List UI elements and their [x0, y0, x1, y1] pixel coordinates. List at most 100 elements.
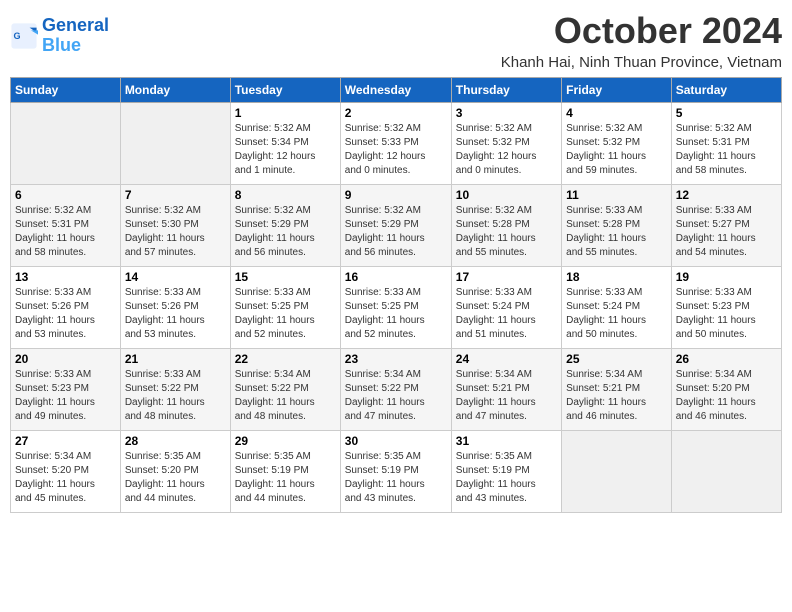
day-number: 17: [456, 270, 557, 284]
day-number: 16: [345, 270, 447, 284]
day-number: 8: [235, 188, 336, 202]
day-info: Sunrise: 5:32 AM Sunset: 5:34 PM Dayligh…: [235, 122, 336, 178]
day-info: Sunrise: 5:32 AM Sunset: 5:33 PM Dayligh…: [345, 122, 447, 178]
day-number: 7: [125, 188, 226, 202]
day-number: 9: [345, 188, 447, 202]
calendar-cell: 16 Sunrise: 5:33 AM Sunset: 5:25 PM Dayli…: [340, 267, 451, 349]
page-header: G General Blue October 2024 Khanh Hai, N…: [10, 10, 782, 71]
day-info: Sunrise: 5:33 AM Sunset: 5:24 PM Dayligh…: [456, 286, 557, 342]
calendar-cell: 13 Sunrise: 5:33 AM Sunset: 5:26 PM Dayli…: [11, 267, 121, 349]
day-info: Sunrise: 5:35 AM Sunset: 5:19 PM Dayligh…: [235, 450, 336, 506]
header-row: SundayMondayTuesdayWednesdayThursdayFrid…: [11, 78, 782, 103]
header-wednesday: Wednesday: [340, 78, 451, 103]
day-info: Sunrise: 5:33 AM Sunset: 5:22 PM Dayligh…: [125, 368, 226, 424]
calendar-cell: 6 Sunrise: 5:32 AM Sunset: 5:31 PM Daylig…: [11, 185, 121, 267]
logo-line1: General: [42, 15, 109, 35]
week-row-1: 1 Sunrise: 5:32 AM Sunset: 5:34 PM Daylig…: [11, 103, 782, 185]
day-info: Sunrise: 5:33 AM Sunset: 5:27 PM Dayligh…: [676, 204, 777, 260]
location-title: Khanh Hai, Ninh Thuan Province, Vietnam: [501, 54, 782, 71]
day-info: Sunrise: 5:32 AM Sunset: 5:31 PM Dayligh…: [15, 204, 116, 260]
calendar-cell: [11, 103, 121, 185]
day-number: 2: [345, 106, 447, 120]
logo-line2: Blue: [42, 35, 81, 55]
day-info: Sunrise: 5:35 AM Sunset: 5:19 PM Dayligh…: [456, 450, 557, 506]
day-number: 1: [235, 106, 336, 120]
day-number: 27: [15, 434, 116, 448]
day-info: Sunrise: 5:34 AM Sunset: 5:20 PM Dayligh…: [676, 368, 777, 424]
day-number: 11: [566, 188, 667, 202]
calendar-cell: 3 Sunrise: 5:32 AM Sunset: 5:32 PM Daylig…: [451, 103, 561, 185]
day-number: 12: [676, 188, 777, 202]
day-info: Sunrise: 5:34 AM Sunset: 5:21 PM Dayligh…: [566, 368, 667, 424]
calendar-cell: 19Sunrise: 5:33 AM Sunset: 5:23 PM Dayli…: [671, 267, 781, 349]
calendar-cell: 10 Sunrise: 5:32 AM Sunset: 5:28 PM Dayli…: [451, 185, 561, 267]
day-info: Sunrise: 5:33 AM Sunset: 5:28 PM Dayligh…: [566, 204, 667, 260]
calendar-cell: 29 Sunrise: 5:35 AM Sunset: 5:19 PM Dayli…: [230, 431, 340, 513]
calendar-cell: 25Sunrise: 5:34 AM Sunset: 5:21 PM Dayli…: [562, 349, 672, 431]
day-number: 6: [15, 188, 116, 202]
svg-text:G: G: [14, 31, 21, 41]
day-info: Sunrise: 5:33 AM Sunset: 5:25 PM Dayligh…: [235, 286, 336, 342]
month-title: October 2024: [501, 10, 782, 52]
calendar-cell: [120, 103, 230, 185]
calendar-cell: 20Sunrise: 5:33 AM Sunset: 5:23 PM Dayli…: [11, 349, 121, 431]
calendar-cell: 1 Sunrise: 5:32 AM Sunset: 5:34 PM Daylig…: [230, 103, 340, 185]
day-number: 29: [235, 434, 336, 448]
day-info: Sunrise: 5:33 AM Sunset: 5:26 PM Dayligh…: [125, 286, 226, 342]
calendar-cell: 7Sunrise: 5:32 AM Sunset: 5:30 PM Daylig…: [120, 185, 230, 267]
calendar-cell: 23Sunrise: 5:34 AM Sunset: 5:22 PM Dayli…: [340, 349, 451, 431]
calendar-cell: 31 Sunrise: 5:35 AM Sunset: 5:19 PM Dayli…: [451, 431, 561, 513]
day-number: 18: [566, 270, 667, 284]
day-info: Sunrise: 5:34 AM Sunset: 5:21 PM Dayligh…: [456, 368, 557, 424]
day-info: Sunrise: 5:32 AM Sunset: 5:28 PM Dayligh…: [456, 204, 557, 260]
calendar-cell: 30Sunrise: 5:35 AM Sunset: 5:19 PM Dayli…: [340, 431, 451, 513]
day-number: 13: [15, 270, 116, 284]
calendar-cell: 2 Sunrise: 5:32 AM Sunset: 5:33 PM Daylig…: [340, 103, 451, 185]
calendar-cell: 8 Sunrise: 5:32 AM Sunset: 5:29 PM Daylig…: [230, 185, 340, 267]
calendar-cell: 17 Sunrise: 5:33 AM Sunset: 5:24 PM Dayli…: [451, 267, 561, 349]
day-number: 22: [235, 352, 336, 366]
day-number: 24: [456, 352, 557, 366]
day-number: 28: [125, 434, 226, 448]
calendar-cell: 15 Sunrise: 5:33 AM Sunset: 5:25 PM Dayli…: [230, 267, 340, 349]
header-saturday: Saturday: [671, 78, 781, 103]
calendar-table: SundayMondayTuesdayWednesdayThursdayFrid…: [10, 77, 782, 513]
header-friday: Friday: [562, 78, 672, 103]
logo-text: General Blue: [42, 16, 109, 56]
day-number: 19: [676, 270, 777, 284]
logo-icon: G: [10, 22, 38, 50]
day-number: 20: [15, 352, 116, 366]
week-row-3: 13 Sunrise: 5:33 AM Sunset: 5:26 PM Dayli…: [11, 267, 782, 349]
day-info: Sunrise: 5:35 AM Sunset: 5:20 PM Dayligh…: [125, 450, 226, 506]
calendar-cell: 18Sunrise: 5:33 AM Sunset: 5:24 PM Dayli…: [562, 267, 672, 349]
week-row-2: 6 Sunrise: 5:32 AM Sunset: 5:31 PM Daylig…: [11, 185, 782, 267]
day-info: Sunrise: 5:35 AM Sunset: 5:19 PM Dayligh…: [345, 450, 447, 506]
day-number: 4: [566, 106, 667, 120]
day-number: 23: [345, 352, 447, 366]
header-thursday: Thursday: [451, 78, 561, 103]
day-info: Sunrise: 5:34 AM Sunset: 5:22 PM Dayligh…: [235, 368, 336, 424]
calendar-cell: 12 Sunrise: 5:33 AM Sunset: 5:27 PM Dayli…: [671, 185, 781, 267]
calendar-cell: 22 Sunrise: 5:34 AM Sunset: 5:22 PM Dayli…: [230, 349, 340, 431]
logo: G General Blue: [10, 16, 109, 56]
day-number: 21: [125, 352, 226, 366]
day-info: Sunrise: 5:32 AM Sunset: 5:29 PM Dayligh…: [345, 204, 447, 260]
day-info: Sunrise: 5:33 AM Sunset: 5:25 PM Dayligh…: [345, 286, 447, 342]
day-number: 10: [456, 188, 557, 202]
day-number: 15: [235, 270, 336, 284]
day-number: 31: [456, 434, 557, 448]
calendar-cell: 21 Sunrise: 5:33 AM Sunset: 5:22 PM Dayli…: [120, 349, 230, 431]
week-row-4: 20Sunrise: 5:33 AM Sunset: 5:23 PM Dayli…: [11, 349, 782, 431]
day-info: Sunrise: 5:32 AM Sunset: 5:29 PM Dayligh…: [235, 204, 336, 260]
day-info: Sunrise: 5:33 AM Sunset: 5:26 PM Dayligh…: [15, 286, 116, 342]
calendar-cell: 14Sunrise: 5:33 AM Sunset: 5:26 PM Dayli…: [120, 267, 230, 349]
day-number: 5: [676, 106, 777, 120]
day-number: 26: [676, 352, 777, 366]
day-info: Sunrise: 5:34 AM Sunset: 5:20 PM Dayligh…: [15, 450, 116, 506]
calendar-cell: 11 Sunrise: 5:33 AM Sunset: 5:28 PM Dayli…: [562, 185, 672, 267]
calendar-cell: 27 Sunrise: 5:34 AM Sunset: 5:20 PM Dayli…: [11, 431, 121, 513]
title-area: October 2024 Khanh Hai, Ninh Thuan Provi…: [501, 10, 782, 71]
day-info: Sunrise: 5:32 AM Sunset: 5:32 PM Dayligh…: [456, 122, 557, 178]
day-number: 3: [456, 106, 557, 120]
header-tuesday: Tuesday: [230, 78, 340, 103]
